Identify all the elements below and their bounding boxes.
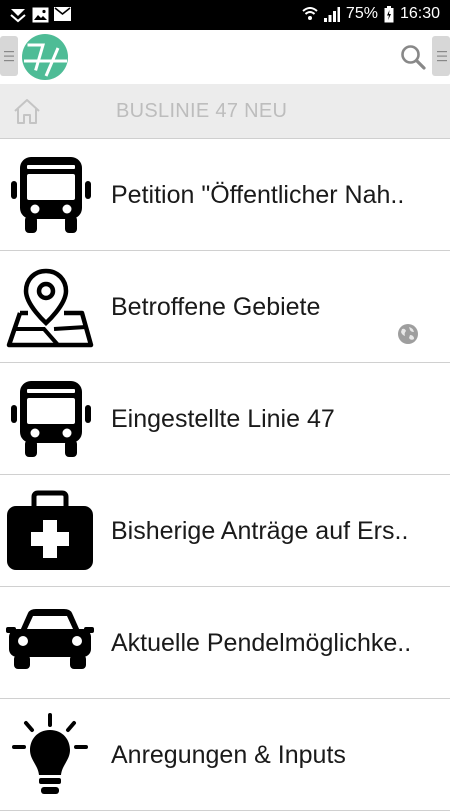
list-item-bisherige-antraege[interactable]: Bisherige Anträge auf Ers.. [0, 475, 450, 587]
bus-icon [11, 157, 91, 233]
list-item-label: Bisherige Anträge auf Ers.. [111, 517, 409, 545]
clock: 16:30 [399, 5, 440, 22]
list-item-label: Anregungen & Inputs [111, 741, 346, 769]
list-item-label: Betroffene Gebiete [111, 293, 321, 321]
wifi-icon [302, 7, 318, 20]
right-drawer-handle[interactable] [432, 36, 450, 76]
home-icon[interactable] [12, 97, 42, 125]
app-bar [0, 30, 450, 84]
notification-icon [10, 9, 26, 23]
battery-icon [384, 5, 394, 22]
map-pin-icon [6, 268, 94, 348]
list-item-label: Aktuelle Pendelmöglichke.. [111, 629, 412, 657]
list-item-eingestellte-linie[interactable]: Eingestellte Linie 47 [0, 363, 450, 475]
list-item-pendelmoeglichkeiten[interactable]: Aktuelle Pendelmöglichke.. [0, 587, 450, 699]
list-item-label: Eingestellte Linie 47 [111, 405, 335, 433]
globe-icon[interactable] [397, 323, 419, 345]
menu-icon [4, 51, 14, 62]
list-item-betroffene-gebiete[interactable]: Betroffene Gebiete [0, 251, 450, 363]
lightbulb-icon [12, 713, 88, 794]
menu-icon [437, 51, 447, 62]
list-item-label: Petition "Öffentlicher Nah.. [111, 181, 405, 209]
menu-list: Petition "Öffentlicher Nah.. Betroffene … [0, 139, 450, 811]
car-icon [6, 609, 94, 669]
image-icon [32, 7, 49, 23]
status-bar: 75% 16:30 [0, 0, 450, 30]
search-icon[interactable] [400, 44, 426, 70]
status-right: 75% 16:30 [302, 5, 440, 23]
page-title: BUSLINIE 47 NEU [116, 100, 288, 122]
app-logo-icon[interactable] [22, 34, 68, 80]
list-item-petition[interactable]: Petition "Öffentlicher Nah.. [0, 139, 450, 251]
left-drawer-handle[interactable] [0, 36, 18, 76]
mail-icon [54, 7, 71, 21]
signal-icon [323, 6, 340, 22]
battery-percent: 75% [345, 5, 378, 22]
bus-icon [11, 381, 91, 457]
list-item-anregungen[interactable]: Anregungen & Inputs [0, 699, 450, 811]
breadcrumb: BUSLINIE 47 NEU [0, 84, 450, 139]
first-aid-kit-icon [7, 490, 93, 570]
